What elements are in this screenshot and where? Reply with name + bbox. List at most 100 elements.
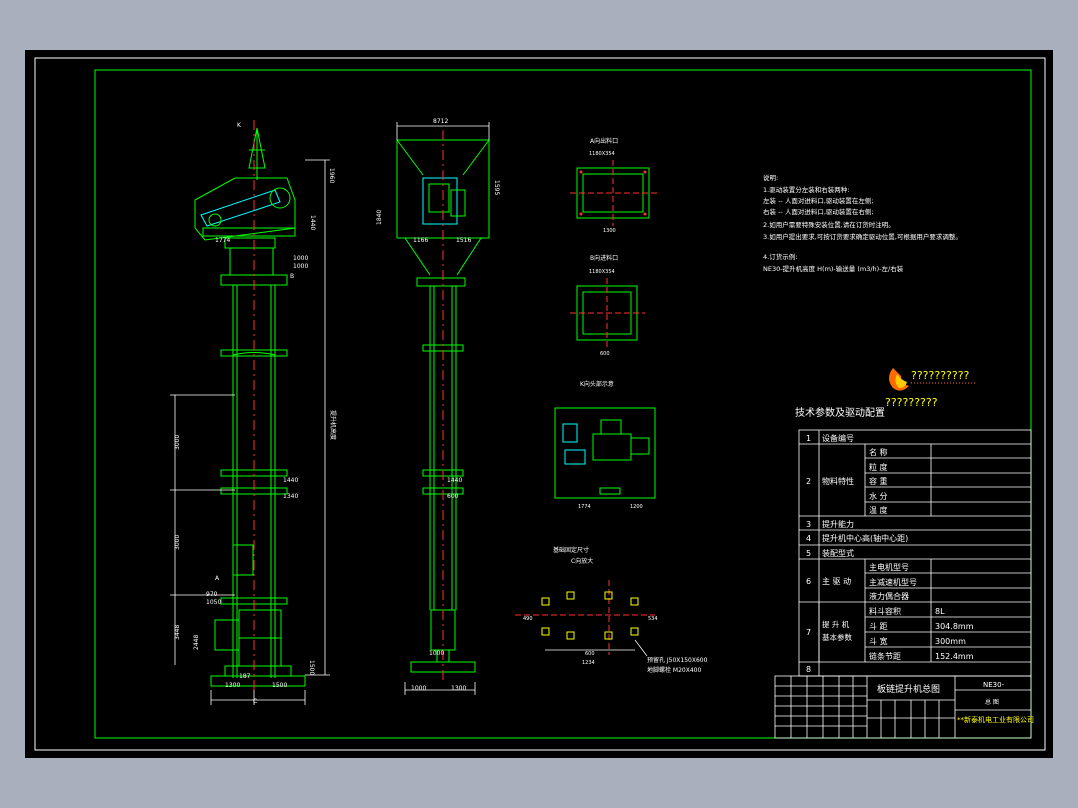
b-view-size: 1180X354 <box>589 269 615 275</box>
company-name: **新泰机电工业有限公司 <box>957 715 1034 724</box>
a-view-dim: 1300 <box>603 228 616 234</box>
k-dim-1774: 1774 <box>578 504 591 510</box>
table-group-7b: 基本参数 <box>822 632 852 642</box>
notes-line-7: NE30-提升机高度 H(m)-输送量 (m3/h)-左/右装 <box>763 264 904 273</box>
dim-2448: 2448 <box>193 635 200 650</box>
table-val-bucket: 8L <box>935 607 945 616</box>
dim-1050: 1050 <box>206 599 221 606</box>
notes-block: 说明: 1.驱动装置分左装和右装两种: 左装 -- 人面对进料口,驱动装置在左侧… <box>763 173 962 273</box>
logo-text: ?????????? <box>911 369 970 382</box>
dim-top-width: 8712 <box>433 118 448 125</box>
notes-line-4: 2.如用户需要特殊安装位置,请在订货时注明。 <box>763 220 895 229</box>
found-dim-600: 600 <box>585 651 595 657</box>
dim-1000b: 1000 <box>293 263 308 270</box>
table-item-bucket: 料斗容积 <box>869 606 901 616</box>
dim-3448: 3448 <box>174 625 181 640</box>
table-val-chain: 152.4mm <box>935 652 974 661</box>
cad-drawing: K 1960 1774 1000 1440 1000 B 提升机高度 3000 … <box>34 57 1046 751</box>
notes-line-2: 左装 -- 人面对进料口,驱动装置在左侧; <box>763 196 874 205</box>
table-item-name: 名 称 <box>869 447 888 457</box>
dim-970: 970 <box>206 591 218 598</box>
table-group-4: 提升机中心高(轴中心距) <box>822 533 908 543</box>
company-logo: ?????????? ????????? <box>885 368 975 409</box>
dim-1440b: 1440 <box>283 477 298 484</box>
dim-1595: 1595 <box>493 180 500 195</box>
dim-187: 187 <box>239 673 251 680</box>
dim-1500b: 1500 <box>308 660 315 675</box>
table-no-2: 2 <box>806 477 811 486</box>
table-item-width: 斗 宽 <box>869 636 888 646</box>
table-group-2: 物料特性 <box>822 476 854 486</box>
dim-1300b: 1300 <box>451 685 466 692</box>
head-view-k: K向头部示意 1774 1200 <box>554 380 656 510</box>
dim-900: 1000 <box>429 650 444 657</box>
notes-line-6: 4.订货示例: <box>763 252 797 261</box>
table-item-motor: 主电机型号 <box>869 562 909 572</box>
table-item-temp: 温 度 <box>869 505 888 515</box>
dim-600: 600 <box>447 493 459 500</box>
table-cells: 1 设备编号 2 物料特性 名 称 粒 度 容 重 水 分 温 度 3 提升能力… <box>806 433 974 674</box>
k-label: K <box>237 122 242 129</box>
table-item-moisture: 水 分 <box>869 491 888 501</box>
anchor-note-2: 地脚螺栓 M20X400 <box>647 666 701 674</box>
table-title: 技术参数及驱动配置 <box>795 406 885 419</box>
table-item-size: 粒 度 <box>869 462 888 472</box>
table-group-3: 提升能力 <box>822 519 854 529</box>
dim-head-height: 1960 <box>328 168 335 183</box>
dim-1516: 1516 <box>456 237 471 244</box>
k-dim-1200: 1200 <box>630 504 643 510</box>
table-item-coupling: 液力偶合器 <box>869 591 909 601</box>
drawing-sheet: K 1960 1774 1000 1440 1000 B 提升机高度 3000 … <box>25 50 1053 758</box>
table-no-1: 1 <box>806 434 811 443</box>
dim-1500: 1500 <box>272 682 287 689</box>
left-dim-texts: K 1960 1774 1000 1440 1000 B 提升机高度 3000 … <box>174 122 337 705</box>
table-val-width: 300mm <box>935 637 966 646</box>
left-dimensions <box>170 159 330 705</box>
table-no-3: 3 <box>806 520 811 529</box>
a-view-size: 1180X354 <box>589 151 615 157</box>
table-group-1: 设备编号 <box>822 433 854 443</box>
model-number: NE30- <box>983 681 1005 689</box>
table-group-7a: 提 升 机 <box>822 619 850 629</box>
table-val-pitch: 304.8mm <box>935 622 974 631</box>
middle-dimensions <box>396 122 490 695</box>
dim-1340: 1340 <box>283 493 298 500</box>
found-dim-534: 534 <box>648 616 658 622</box>
table-item-chain: 链条节距 <box>869 651 901 661</box>
dim-3000a: 3000 <box>174 435 181 450</box>
sheet-label: 总 图 <box>985 698 999 706</box>
table-no-6: 6 <box>806 577 811 586</box>
dim-1080: 1000 <box>411 685 426 692</box>
inlet-view-b: B向进料口 1180X354 600 <box>570 254 645 357</box>
table-no-8: 8 <box>806 665 811 674</box>
notes-line-3: 右装 -- 人面对进料口,驱动装置在右侧; <box>763 207 874 216</box>
k-view-title: K向头部示意 <box>580 380 614 388</box>
table-group-6: 主 驱 动 <box>822 576 851 586</box>
logo-sub: ????????? <box>885 396 938 409</box>
dim-1000: 1000 <box>293 255 308 262</box>
dim-1774: 1774 <box>215 237 230 244</box>
dim-1440: 1440 <box>309 215 316 230</box>
dim-total-height: 提升机高度 <box>329 410 337 440</box>
anchor-note-1: 预留孔 J50X150X600 <box>647 656 708 664</box>
foundation-title: 基础固定尺寸 <box>553 546 589 554</box>
dim-1300: 1300 <box>225 682 240 689</box>
notes-line-1: 1.驱动装置分左装和右装两种: <box>763 185 849 194</box>
foundation-view-c: 基础固定尺寸 C向放大 600 1234 490 534 预留孔 J50X150… <box>515 546 708 674</box>
b-label: B <box>290 273 294 280</box>
b-view-dim: 600 <box>600 351 610 357</box>
table-no-4: 4 <box>806 534 811 543</box>
dim-1166: 1166 <box>413 237 428 244</box>
a-label: A <box>215 575 220 582</box>
table-item-weight: 容 重 <box>869 476 888 486</box>
dim-3000b: 3000 <box>174 535 181 550</box>
table-group-5: 装配型式 <box>822 548 854 558</box>
b-view-title: B向进料口 <box>590 254 618 262</box>
dim-1840: 1840 <box>376 210 383 225</box>
a-view-title: A向出料口 <box>590 137 618 145</box>
table-no-5: 5 <box>806 549 811 558</box>
table-item-pitch: 斗 距 <box>869 622 888 631</box>
found-dim-1234: 1234 <box>582 660 595 666</box>
c-label: C <box>253 698 257 705</box>
foundation-sub: C向放大 <box>571 557 593 565</box>
